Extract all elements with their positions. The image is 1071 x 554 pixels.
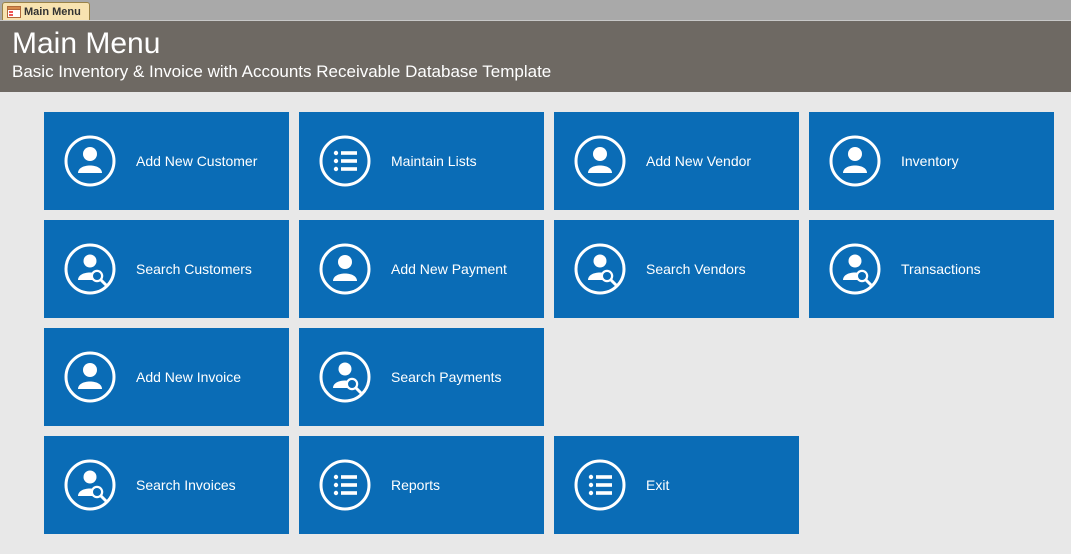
tile-label: Add New Invoice bbox=[136, 369, 279, 385]
list-icon bbox=[319, 135, 371, 187]
person-icon bbox=[319, 243, 371, 295]
tab-bar: Main Menu bbox=[0, 0, 1071, 20]
person-search-icon bbox=[319, 351, 371, 403]
tile-inventory[interactable]: Inventory bbox=[809, 112, 1054, 210]
tile-label: Add New Payment bbox=[391, 261, 534, 277]
tab-main-menu[interactable]: Main Menu bbox=[2, 2, 90, 20]
tile-add-new-payment[interactable]: Add New Payment bbox=[299, 220, 544, 318]
page-header: Main Menu Basic Inventory & Invoice with… bbox=[0, 20, 1071, 92]
person-icon bbox=[829, 135, 881, 187]
tile-label: Add New Customer bbox=[136, 153, 279, 169]
tile-label: Search Invoices bbox=[136, 477, 279, 493]
tile-maintain-lists[interactable]: Maintain Lists bbox=[299, 112, 544, 210]
content-area: Add New Customer Maintain Lists Add New … bbox=[0, 92, 1071, 554]
person-icon bbox=[64, 135, 116, 187]
tab-label: Main Menu bbox=[24, 6, 81, 18]
tile-add-new-vendor[interactable]: Add New Vendor bbox=[554, 112, 799, 210]
person-search-icon bbox=[829, 243, 881, 295]
tile-exit[interactable]: Exit bbox=[554, 436, 799, 534]
tile-transactions[interactable]: Transactions bbox=[809, 220, 1054, 318]
tile-search-payments[interactable]: Search Payments bbox=[299, 328, 544, 426]
form-icon bbox=[7, 6, 21, 18]
tile-label: Search Vendors bbox=[646, 261, 789, 277]
list-icon bbox=[319, 459, 371, 511]
tile-label: Exit bbox=[646, 477, 789, 493]
tile-add-new-customer[interactable]: Add New Customer bbox=[44, 112, 289, 210]
tile-label: Reports bbox=[391, 477, 534, 493]
tile-label: Add New Vendor bbox=[646, 153, 789, 169]
tile-label: Transactions bbox=[901, 261, 1044, 277]
tile-search-invoices[interactable]: Search Invoices bbox=[44, 436, 289, 534]
tile-label: Search Payments bbox=[391, 369, 534, 385]
tile-search-vendors[interactable]: Search Vendors bbox=[554, 220, 799, 318]
tile-reports[interactable]: Reports bbox=[299, 436, 544, 534]
person-search-icon bbox=[64, 459, 116, 511]
page-subtitle: Basic Inventory & Invoice with Accounts … bbox=[12, 62, 1059, 82]
tile-label: Maintain Lists bbox=[391, 153, 534, 169]
tile-label: Inventory bbox=[901, 153, 1044, 169]
person-icon bbox=[64, 351, 116, 403]
page-title: Main Menu bbox=[12, 27, 1059, 60]
tile-search-customers[interactable]: Search Customers bbox=[44, 220, 289, 318]
tile-add-new-invoice[interactable]: Add New Invoice bbox=[44, 328, 289, 426]
person-search-icon bbox=[64, 243, 116, 295]
tile-label: Search Customers bbox=[136, 261, 279, 277]
person-search-icon bbox=[574, 243, 626, 295]
person-icon bbox=[574, 135, 626, 187]
list-icon bbox=[574, 459, 626, 511]
tile-grid: Add New Customer Maintain Lists Add New … bbox=[44, 112, 1027, 534]
